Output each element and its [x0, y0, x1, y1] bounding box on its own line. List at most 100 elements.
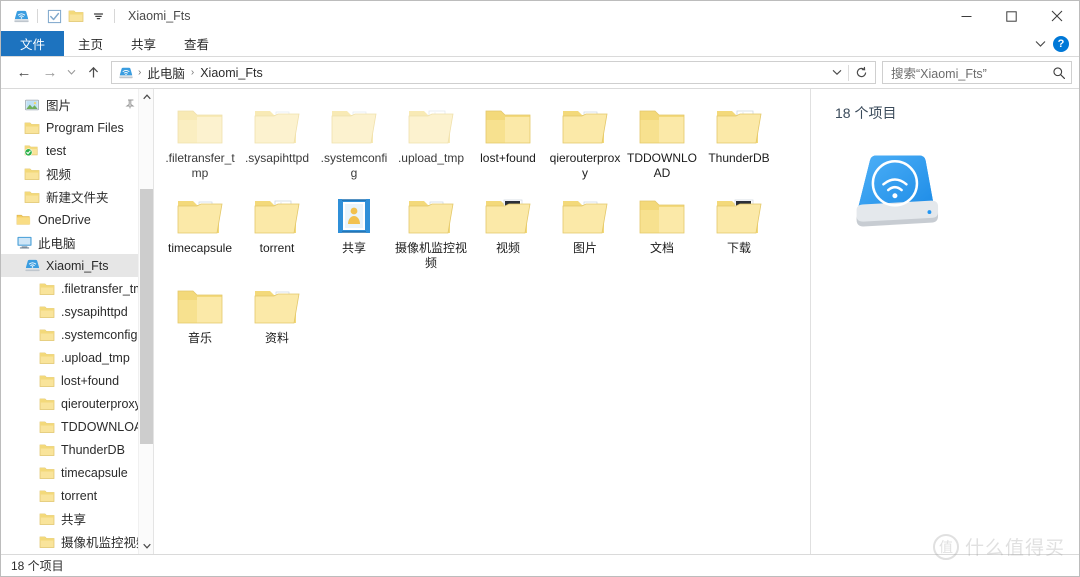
folder-sync-icon [23, 143, 41, 159]
sidebar-item-图片[interactable]: 图片 [1, 93, 153, 116]
sidebar-item-OneDrive[interactable]: OneDrive [1, 208, 153, 231]
refresh-button[interactable] [849, 62, 873, 83]
status-item-count: 18 个项目 [11, 559, 64, 573]
scrollbar-thumb[interactable] [140, 189, 153, 444]
breadcrumb-item-xiaomi-fts[interactable]: Xiaomi_Fts [195, 64, 268, 82]
sidebar-item-新建文件夹[interactable]: 新建文件夹 [1, 185, 153, 208]
sidebar-item-torrent[interactable]: torrent [1, 484, 153, 507]
customize-dropdown-icon[interactable] [87, 5, 109, 27]
file-item[interactable]: TDDOWNLOAD [624, 97, 700, 187]
breadcrumb-dropdown-icon[interactable] [826, 62, 848, 83]
sidebar-item-Program Files[interactable]: Program Files [1, 116, 153, 139]
sidebar-item-test[interactable]: test [1, 139, 153, 162]
file-item-label: .filetransfer_tmp [165, 151, 235, 180]
file-item-label: ThunderDB [708, 151, 770, 165]
sidebar-item-.sysapihttpd[interactable]: .sysapihttpd [1, 300, 153, 323]
breadcrumb-drive-icon[interactable] [115, 66, 137, 80]
file-item[interactable]: 图片 [547, 187, 623, 277]
toolbar-divider [37, 9, 38, 23]
forward-button[interactable]: → [37, 61, 63, 85]
sidebar-item-此电脑[interactable]: 此电脑 [1, 231, 153, 254]
breadcrumb-right-controls [826, 62, 873, 83]
chevron-down-icon[interactable] [1035, 35, 1046, 53]
folder-icon [38, 534, 56, 550]
file-item-label: 摄像机监控视频 [395, 241, 468, 270]
folder-plain-icon [176, 101, 224, 147]
recent-locations-icon[interactable] [63, 61, 80, 85]
sidebar-item-qierouterproxy[interactable]: qierouterproxy [1, 392, 153, 415]
folder-photo-icon [484, 191, 532, 237]
file-list-view[interactable]: .filetransfer_tmp .sysapihttpd .systemconf… [154, 89, 810, 554]
folder-icon [38, 488, 56, 504]
sidebar-item-共享[interactable]: 共享 [1, 507, 153, 530]
folder-paper-icon [407, 101, 455, 147]
breadcrumb-bar[interactable]: › 此电脑 › Xiaomi_Fts [111, 61, 876, 84]
properties-icon[interactable] [43, 5, 65, 27]
close-button[interactable] [1034, 1, 1079, 31]
file-item-label: 音乐 [187, 331, 212, 345]
tab-share[interactable]: 共享 [117, 31, 170, 56]
sidebar-item-label: Program Files [46, 120, 124, 135]
sidebar-item-label: 视频 [46, 168, 72, 182]
minimize-button[interactable] [944, 1, 989, 31]
folder-shared-icon [330, 191, 378, 237]
folder-icon [38, 304, 56, 320]
new-folder-icon[interactable] [65, 5, 87, 27]
file-item[interactable]: torrent [239, 187, 315, 277]
sidebar-item-label: .upload_tmp [61, 350, 130, 365]
sidebar-item-TDDOWNLOAD[interactable]: TDDOWNLOAD [1, 415, 153, 438]
pictures-icon [23, 97, 41, 113]
sidebar-item-.upload_tmp[interactable]: .upload_tmp [1, 346, 153, 369]
file-item[interactable]: 下载 [701, 187, 777, 277]
sidebar-item-.filetransfer_tmp[interactable]: .filetransfer_tmp [1, 277, 153, 300]
file-item[interactable]: 文档 [624, 187, 700, 277]
file-grid: .filetransfer_tmp .sysapihttpd .systemconf… [154, 89, 802, 352]
sidebar-item-lost+found[interactable]: lost+found [1, 369, 153, 392]
search-icon[interactable] [1052, 66, 1066, 80]
up-button[interactable] [80, 61, 106, 85]
search-input[interactable]: 搜索“Xiaomi_Fts” [891, 63, 1052, 82]
tab-home[interactable]: 主页 [64, 31, 117, 56]
navigation-scrollbar[interactable] [138, 89, 153, 554]
file-item[interactable]: .upload_tmp [393, 97, 469, 187]
pin-icon[interactable] [125, 98, 135, 112]
file-item[interactable]: 共享 [316, 187, 392, 277]
file-item[interactable]: .systemconfig [316, 97, 392, 187]
scroll-down-icon[interactable] [139, 538, 153, 554]
file-item[interactable]: 摄像机监控视频 [393, 187, 469, 277]
sidebar-item-.systemconfig[interactable]: .systemconfig [1, 323, 153, 346]
file-item[interactable]: 资料 [239, 277, 315, 352]
tab-file[interactable]: 文件 [1, 31, 65, 56]
drive-icon[interactable] [10, 5, 32, 27]
sidebar-item-Xiaomi_Fts[interactable]: Xiaomi_Fts [1, 254, 153, 277]
folder-tree: 图片 Program Files test 视频新建文件夹 OneDrive 此电脑 Xia… [1, 89, 153, 553]
file-item[interactable]: .sysapihttpd [239, 97, 315, 187]
sidebar-item-timecapsule[interactable]: timecapsule [1, 461, 153, 484]
scroll-up-icon[interactable] [139, 89, 153, 105]
file-item[interactable]: 视频 [470, 187, 546, 277]
sidebar-item-摄像机监控视频[interactable]: 摄像机监控视频 [1, 530, 153, 553]
maximize-button[interactable] [989, 1, 1034, 31]
file-item[interactable]: ThunderDB [701, 97, 777, 187]
file-item-label: torrent [259, 241, 295, 255]
help-button[interactable]: ? [1053, 36, 1069, 52]
sidebar-item-ThunderDB[interactable]: ThunderDB [1, 438, 153, 461]
file-item[interactable]: timecapsule [162, 187, 238, 277]
file-item[interactable]: 音乐 [162, 277, 238, 352]
sidebar-item-label: timecapsule [61, 465, 128, 480]
sidebar-item-label: qierouterproxy [61, 396, 141, 411]
explorer-body: 图片 Program Files test 视频 新建文件夹 OneDrive 此电脑 Xia… [1, 88, 1079, 554]
sidebar-item-label: .sysapihttpd [61, 304, 128, 319]
tab-view[interactable]: 查看 [170, 31, 223, 56]
sidebar-item-视频[interactable]: 视频 [1, 162, 153, 185]
sidebar-item-label: test [46, 143, 67, 158]
file-item[interactable]: lost+found [470, 97, 546, 187]
file-item[interactable]: .filetransfer_tmp [162, 97, 238, 187]
sidebar-item-label: 摄像机监控视频 [61, 536, 149, 550]
breadcrumb-item-this-pc[interactable]: 此电脑 [142, 61, 190, 84]
file-item[interactable]: qierouterproxy [547, 97, 623, 187]
back-button[interactable]: ← [11, 61, 37, 85]
file-item-label: .upload_tmp [397, 151, 465, 165]
folder-icon [38, 511, 56, 527]
search-box[interactable]: 搜索“Xiaomi_Fts” [882, 61, 1072, 84]
